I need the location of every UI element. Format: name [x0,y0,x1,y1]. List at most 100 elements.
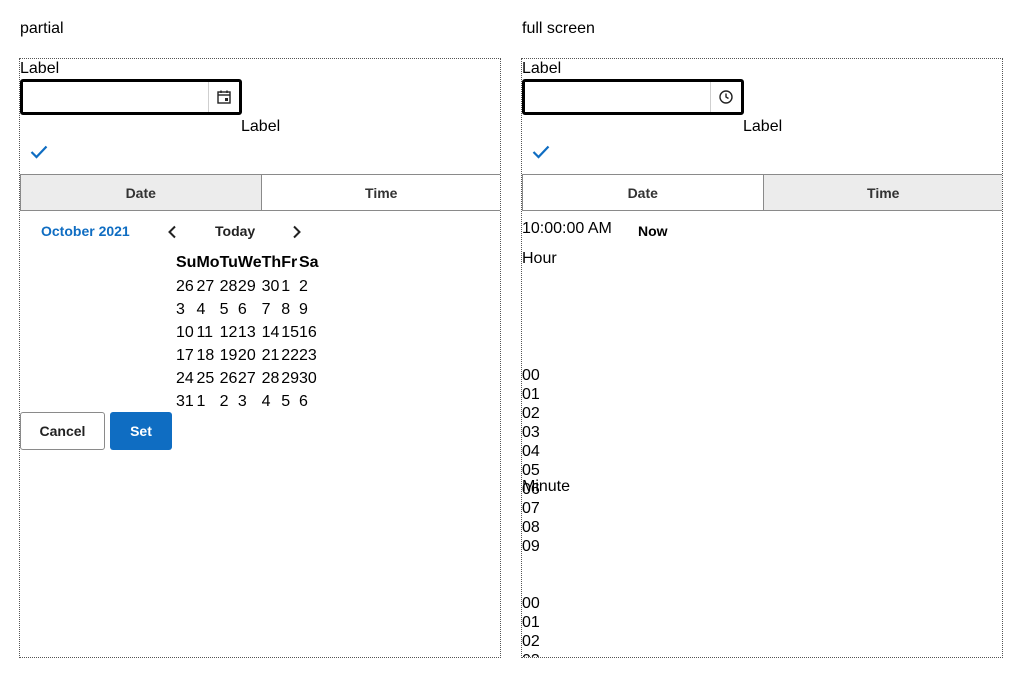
checkbox-label: Label [743,118,783,135]
tab-date[interactable]: Date [21,175,261,210]
day-cell[interactable]: 3 [176,298,196,321]
calendar-icon [217,90,231,104]
day-cell[interactable]: 1 [196,390,219,413]
minute-label: Minute [522,478,571,495]
day-cell[interactable]: 18 [196,344,219,367]
hour-option[interactable]: 07 [522,499,540,518]
day-cell[interactable]: 20 [238,344,262,367]
chevron-left-icon [168,225,176,239]
day-cell[interactable]: 16 [299,321,319,344]
clock-button[interactable] [710,82,741,112]
weekday-header: Sa [298,254,319,271]
day-cell[interactable]: 29 [238,275,262,298]
full-screen-heading: full screen [522,20,595,37]
week-row: 31 1 2 3 4 5 6 [176,390,319,413]
hour-option[interactable]: 03 [522,423,540,442]
day-cell[interactable]: 11 [196,321,219,344]
next-month-button[interactable] [287,222,307,242]
day-cell[interactable]: 7 [262,298,282,321]
minute-option[interactable]: 01 [522,613,540,632]
tab-date[interactable]: Date [523,175,763,210]
today-button[interactable]: Today [215,223,255,239]
time-field-label: Label [522,60,562,77]
date-input[interactable] [20,79,242,115]
day-cell[interactable]: 30 [262,275,282,298]
day-cell[interactable]: 2 [220,390,238,413]
date-time-tabs: Date Time [20,174,501,211]
week-row: 24 25 26 27 28 29 30 [176,367,319,390]
hour-label: Hour [522,250,557,267]
weekday-header: Fr [281,254,298,271]
minute-option[interactable]: 00 [522,594,540,613]
minute-list[interactable]: 00 01 02 03 [522,594,540,657]
cancel-button[interactable]: Cancel [20,412,105,450]
hour-option[interactable]: 04 [522,442,540,461]
checkmark-icon[interactable] [30,145,48,159]
partial-heading: partial [20,20,64,37]
day-cell[interactable]: 15 [281,321,299,344]
day-cell[interactable]: 19 [220,344,238,367]
hour-option[interactable]: 01 [522,385,540,404]
hour-option[interactable]: 02 [522,404,540,423]
day-cell[interactable]: 4 [196,298,219,321]
day-cell[interactable]: 13 [238,321,262,344]
tab-time[interactable]: Time [762,175,1002,210]
day-cell[interactable]: 3 [238,390,262,413]
weekday-header: We [237,254,262,271]
day-cell[interactable]: 5 [220,298,238,321]
hour-list[interactable]: 00 01 02 03 04 05 06 07 08 09 [522,366,540,556]
day-cell[interactable]: 26 [176,275,196,298]
weekday-header: Mo [196,254,220,271]
tab-time[interactable]: Time [260,175,501,210]
day-cell[interactable]: 12 [220,321,238,344]
day-cell[interactable]: 27 [238,367,262,390]
clock-icon [719,90,733,104]
set-button[interactable]: Set [110,412,172,450]
checkmark-icon[interactable] [532,145,550,159]
weekday-header: Tu [219,254,238,271]
day-cell[interactable]: 6 [238,298,262,321]
calendar-grid: Su Mo Tu We Th Fr Sa 26 27 28 29 30 1 2 … [176,251,319,413]
day-cell[interactable]: 21 [262,344,282,367]
day-cell[interactable]: 29 [281,367,299,390]
calendar-button[interactable] [208,82,239,112]
weekday-row: Su Mo Tu We Th Fr Sa [176,251,319,275]
day-cell[interactable]: 2 [299,275,319,298]
day-cell[interactable]: 17 [176,344,196,367]
weekday-header: Th [261,254,282,271]
day-cell[interactable]: 5 [281,390,299,413]
date-time-tabs: Date Time [522,174,1002,211]
day-cell[interactable]: 6 [299,390,319,413]
minute-option[interactable]: 02 [522,632,540,651]
date-field-label: Label [20,60,60,77]
week-row: 10 11 12 13 14 15 16 [176,321,319,344]
month-year-button[interactable]: October 2021 [41,223,130,239]
day-cell[interactable]: 10 [176,321,196,344]
time-input[interactable] [522,79,744,115]
day-cell[interactable]: 30 [299,367,319,390]
day-cell[interactable]: 31 [176,390,196,413]
day-cell[interactable]: 27 [196,275,219,298]
day-cell[interactable]: 9 [299,298,319,321]
day-cell[interactable]: 8 [281,298,299,321]
calendar-header: October 2021 Today [20,221,500,245]
weekday-header: Su [176,254,197,271]
previous-month-button[interactable] [162,222,182,242]
day-cell[interactable]: 28 [262,367,282,390]
day-cell[interactable]: 4 [262,390,282,413]
checkbox-label: Label [241,118,281,135]
hour-option[interactable]: 09 [522,537,540,556]
hour-option[interactable]: 08 [522,518,540,537]
day-cell[interactable]: 26 [220,367,238,390]
day-cell[interactable]: 25 [196,367,219,390]
now-button[interactable]: Now [638,223,668,239]
day-cell[interactable]: 23 [299,344,319,367]
day-cell[interactable]: 14 [262,321,282,344]
day-cell[interactable]: 28 [220,275,238,298]
day-cell[interactable]: 1 [281,275,299,298]
time-value: 10:00:00 AM [522,220,612,237]
day-cell[interactable]: 24 [176,367,196,390]
day-cell[interactable]: 22 [281,344,299,367]
hour-option[interactable]: 00 [522,366,540,385]
minute-option[interactable]: 03 [522,651,540,657]
